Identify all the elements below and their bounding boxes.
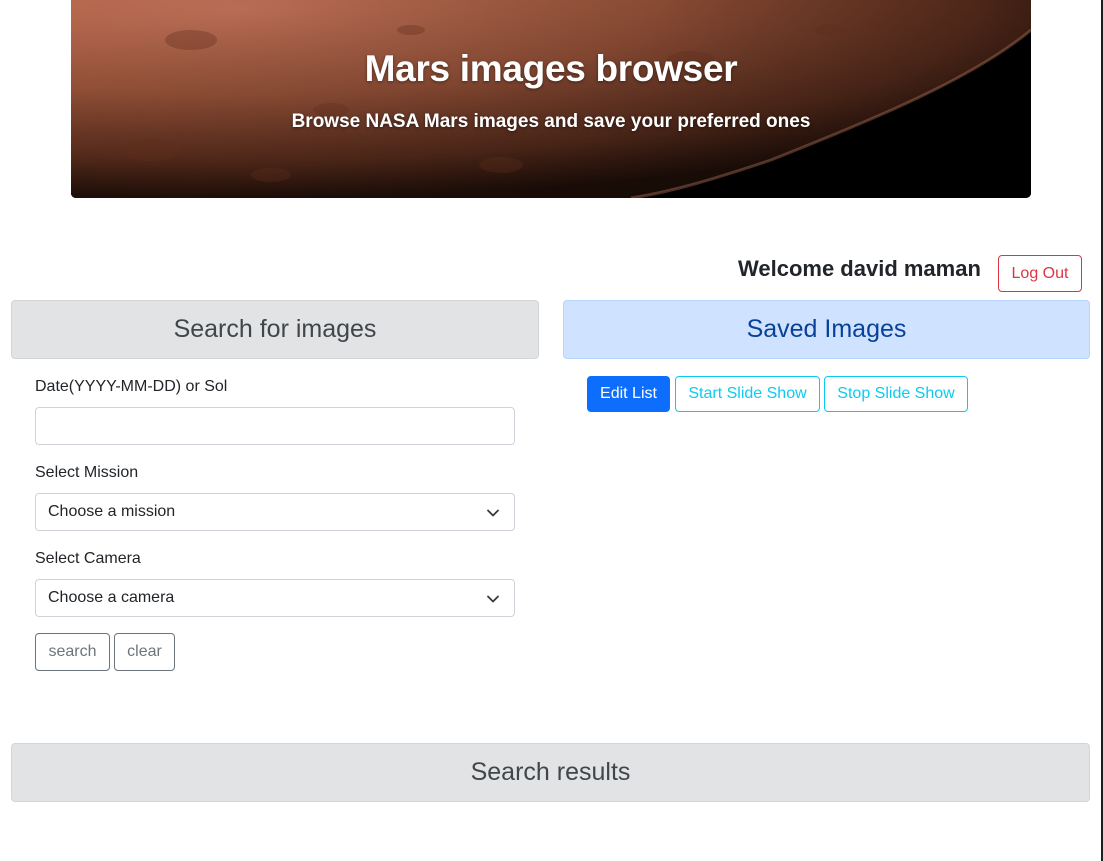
camera-label: Select Camera: [35, 550, 141, 567]
mission-select[interactable]: Choose a mission: [35, 493, 515, 531]
clear-button[interactable]: clear: [114, 633, 175, 671]
search-panel-header: Search for images: [11, 300, 539, 359]
search-results-header: Search results: [11, 743, 1090, 802]
stop-slideshow-button[interactable]: Stop Slide Show: [824, 376, 968, 412]
page-subtitle: Browse NASA Mars images and save your pr…: [291, 111, 811, 132]
start-slideshow-button[interactable]: Start Slide Show: [675, 376, 820, 412]
camera-select[interactable]: Choose a camera: [35, 579, 515, 617]
welcome-message: Welcome david maman: [738, 256, 981, 281]
edit-list-button[interactable]: Edit List: [587, 376, 670, 412]
hero-banner: Mars images browser Browse NASA Mars ima…: [71, 0, 1031, 198]
date-label: Date(YYYY-MM-DD) or Sol: [35, 378, 228, 395]
date-input[interactable]: [35, 407, 515, 445]
mission-select-value: Choose a mission: [48, 503, 176, 520]
page-title: Mars images browser: [364, 48, 738, 89]
saved-images-header: Saved Images: [563, 300, 1090, 359]
chevron-down-icon: [487, 509, 499, 517]
logout-button[interactable]: Log Out: [998, 255, 1082, 292]
chevron-down-icon: [487, 595, 499, 603]
mars-surface-image: [71, 0, 1031, 198]
mission-label: Select Mission: [35, 464, 139, 481]
camera-select-value: Choose a camera: [48, 589, 175, 606]
search-button[interactable]: search: [35, 633, 110, 671]
